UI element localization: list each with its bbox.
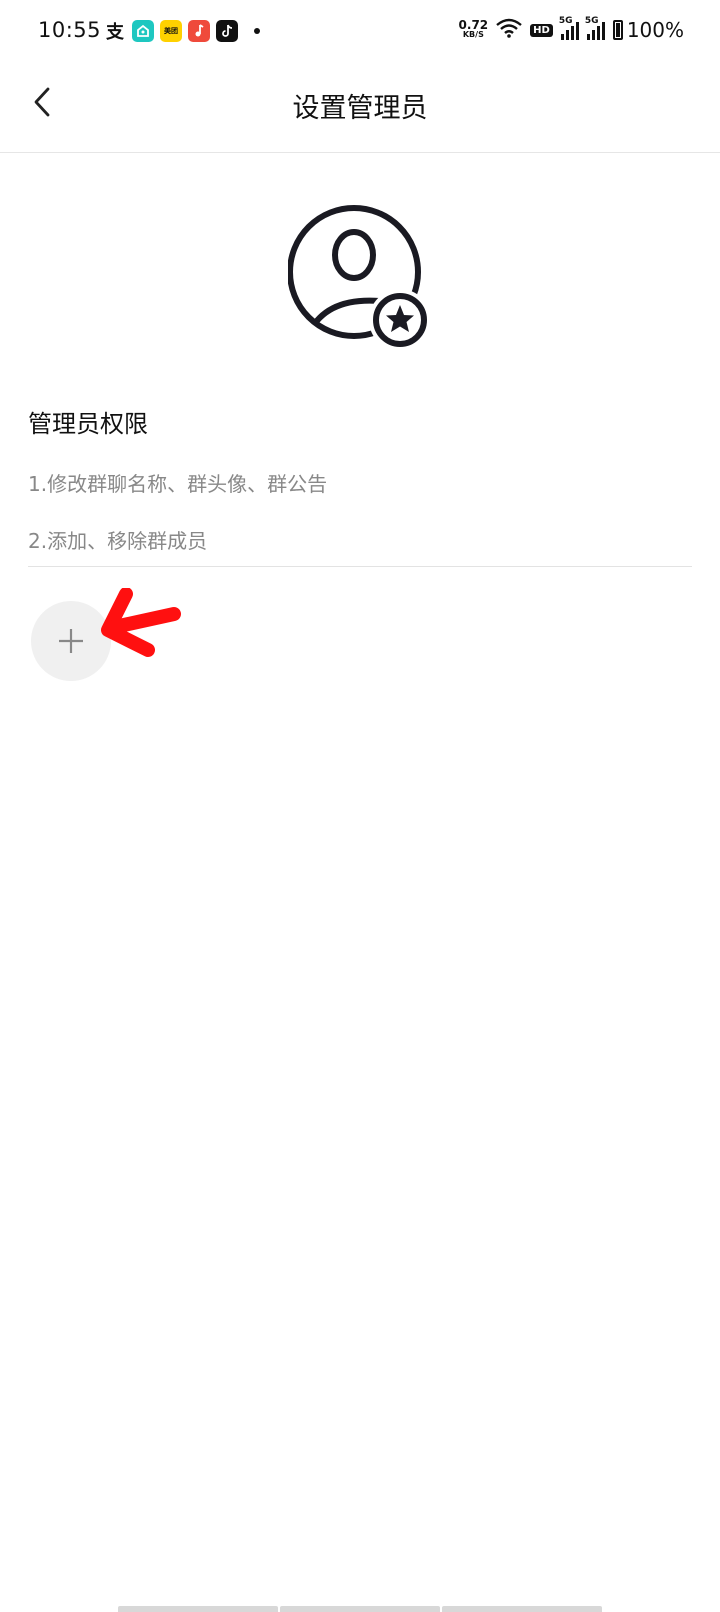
music-icon — [188, 20, 210, 42]
red-arrow-icon — [101, 588, 181, 657]
alipay-icon: 支 — [106, 22, 124, 43]
signal-icon-2: 5G — [585, 16, 605, 40]
permission-item: 1.修改群聊名称、群头像、群公告 — [28, 472, 328, 496]
gesture-bar — [118, 1606, 602, 1612]
notification-dot-icon — [254, 28, 260, 34]
admin-user-star-icon — [288, 205, 431, 349]
page-title: 设置管理员 — [292, 93, 428, 124]
tiktok-icon — [216, 20, 238, 42]
signal-icon-1: 5G — [559, 16, 579, 40]
status-indicators: 0.72 KB/S HD 5G 5G 100% — [458, 16, 684, 42]
status-time: 10:55 — [38, 18, 102, 42]
status-app-icons: 支 美团 — [104, 20, 260, 43]
permissions-title: 管理员权限 — [28, 410, 148, 438]
xianyu-icon — [132, 20, 154, 42]
battery: 100% — [612, 18, 684, 42]
network-speed: 0.72 KB/S — [458, 18, 489, 39]
wifi-icon — [496, 18, 522, 42]
battery-icon — [612, 20, 623, 40]
hd-badge: HD — [530, 23, 553, 37]
divider — [28, 566, 692, 567]
plus-icon — [59, 629, 83, 653]
nav-bar: 设置管理员 — [0, 64, 720, 153]
permission-item: 2.添加、移除群成员 — [28, 529, 208, 553]
status-bar: 10:55 支 美团 0.72 KB/S HD 5G 5G 100% — [0, 0, 720, 64]
battery-percent: 100% — [626, 18, 684, 42]
meituan-icon: 美团 — [160, 20, 182, 42]
